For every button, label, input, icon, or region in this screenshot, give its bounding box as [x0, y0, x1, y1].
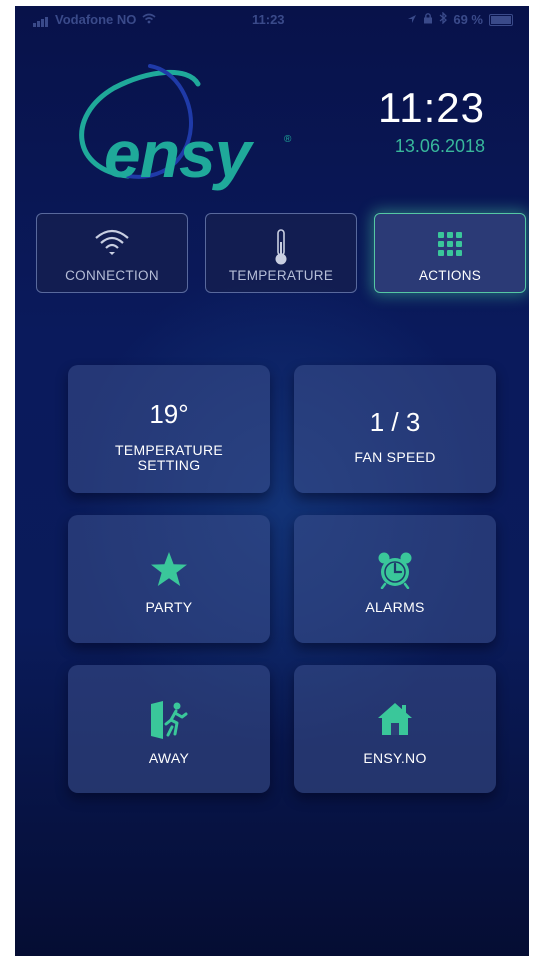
- temperature-setting-tile[interactable]: 19° TEMPERATURE SETTING: [68, 365, 270, 493]
- grid-icon: [438, 232, 462, 256]
- ensy-logo: ensy ®: [70, 38, 300, 191]
- logo-registered-mark: ®: [284, 134, 292, 145]
- temperature-value: 19°: [149, 399, 189, 429]
- clock-date: 13.06.2018: [394, 136, 485, 156]
- app-screen: Vodafone NO 11:23 69 % ensy ® 11:23 13.0…: [15, 6, 529, 956]
- temperature-label-line2: SETTING: [137, 457, 201, 473]
- tab-actions[interactable]: ACTIONS: [374, 213, 526, 293]
- lock-icon: [423, 12, 433, 27]
- tab-temperature-label: TEMPERATURE: [228, 268, 334, 283]
- battery-percent: 69 %: [453, 12, 483, 27]
- alarms-label: ALARMS: [365, 599, 425, 615]
- wifi-status-icon: [142, 12, 156, 27]
- tab-connection-label: CONNECTION: [65, 268, 159, 283]
- fan-speed-label: FAN SPEED: [354, 449, 436, 465]
- clock: 11:23 13.06.2018: [378, 84, 485, 157]
- fan-speed-tile[interactable]: 1 / 3 FAN SPEED: [294, 365, 496, 493]
- status-time: 11:23: [252, 12, 285, 27]
- logo-text: ensy: [104, 117, 251, 191]
- bluetooth-icon: [439, 11, 448, 27]
- exit-icon: [151, 701, 188, 739]
- alarm-clock-icon: [378, 552, 412, 589]
- party-tile[interactable]: PARTY: [68, 515, 270, 643]
- signal-icon: [33, 12, 49, 27]
- temperature-label-line1: TEMPERATURE: [114, 442, 224, 458]
- fan-speed-value: 1 / 3: [369, 407, 421, 437]
- tab-connection[interactable]: CONNECTION: [36, 213, 188, 293]
- star-icon: [151, 552, 187, 586]
- home-icon: [378, 703, 412, 735]
- away-label: AWAY: [148, 750, 190, 766]
- thermometer-icon: [275, 229, 287, 265]
- status-bar: Vodafone NO 11:23 69 %: [15, 6, 529, 32]
- party-label: PARTY: [145, 599, 193, 615]
- away-tile[interactable]: AWAY: [68, 665, 270, 793]
- wifi-icon: [95, 229, 129, 255]
- carrier-label: Vodafone NO: [55, 12, 137, 27]
- battery-icon: [489, 13, 513, 26]
- ensy-website-label: ENSY.NO: [363, 750, 427, 766]
- location-icon: [407, 12, 417, 27]
- tab-actions-label: ACTIONS: [418, 268, 482, 283]
- ensy-website-tile[interactable]: ENSY.NO: [294, 665, 496, 793]
- tab-temperature[interactable]: TEMPERATURE: [205, 213, 357, 293]
- clock-time: 11:23: [378, 84, 485, 131]
- alarms-tile[interactable]: ALARMS: [294, 515, 496, 643]
